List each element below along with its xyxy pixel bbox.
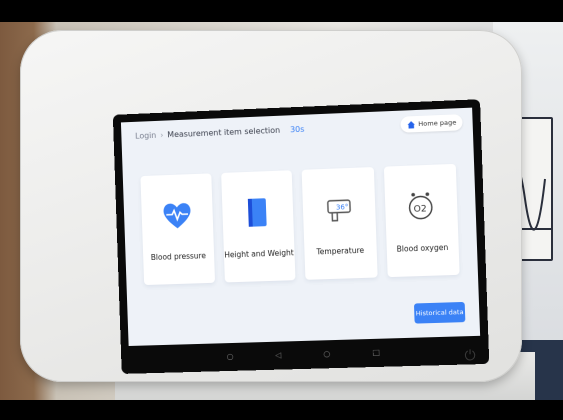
nav-back-icon[interactable]: ◁ <box>275 350 281 359</box>
tablet-device: Login › Measurement item selection 30s H… <box>20 30 522 382</box>
card-height-weight[interactable]: Height and Weight <box>220 170 296 283</box>
breadcrumb-login[interactable]: Login <box>135 130 156 140</box>
thermometer-gun-icon: 36° <box>321 192 356 222</box>
card-label: Height and Weight <box>224 248 294 260</box>
measurement-cards: Blood pressure Height and Weight 36° Tem… <box>140 163 460 286</box>
nav-circle-icon[interactable]: ○ <box>227 351 234 360</box>
home-page-button[interactable]: Home page <box>399 114 463 133</box>
card-label: Blood oxygen <box>396 242 449 254</box>
breadcrumb-separator: › <box>160 130 164 140</box>
scale-icon <box>248 198 268 228</box>
o2-icon: O2 <box>403 192 439 224</box>
home-page-label: Home page <box>418 118 457 129</box>
svg-text:36°: 36° <box>336 203 349 212</box>
card-blood-pressure[interactable]: Blood pressure <box>140 173 215 286</box>
breadcrumb-current: Measurement item selection <box>167 125 281 139</box>
historical-data-button[interactable]: Historical data <box>413 301 466 324</box>
app-display: Login › Measurement item selection 30s H… <box>120 107 481 346</box>
top-bar: Login › Measurement item selection 30s H… <box>121 108 473 150</box>
card-blood-oxygen[interactable]: O2 Blood oxygen <box>383 163 460 278</box>
card-label: Blood pressure <box>150 251 207 263</box>
power-icon[interactable]: ⏻ <box>463 348 477 364</box>
heart-pulse-icon <box>160 202 195 229</box>
photo-scene: Login › Measurement item selection 30s H… <box>0 22 563 400</box>
card-label: Temperature <box>316 245 365 257</box>
countdown-timer: 30s <box>289 124 305 134</box>
nav-home-icon[interactable]: ○ <box>323 349 330 358</box>
home-icon <box>406 120 415 129</box>
tablet-screen: Login › Measurement item selection 30s H… <box>112 99 490 374</box>
card-temperature[interactable]: 36° Temperature <box>301 167 378 280</box>
nav-recent-icon[interactable]: □ <box>372 347 380 356</box>
svg-text:O2: O2 <box>414 204 427 215</box>
